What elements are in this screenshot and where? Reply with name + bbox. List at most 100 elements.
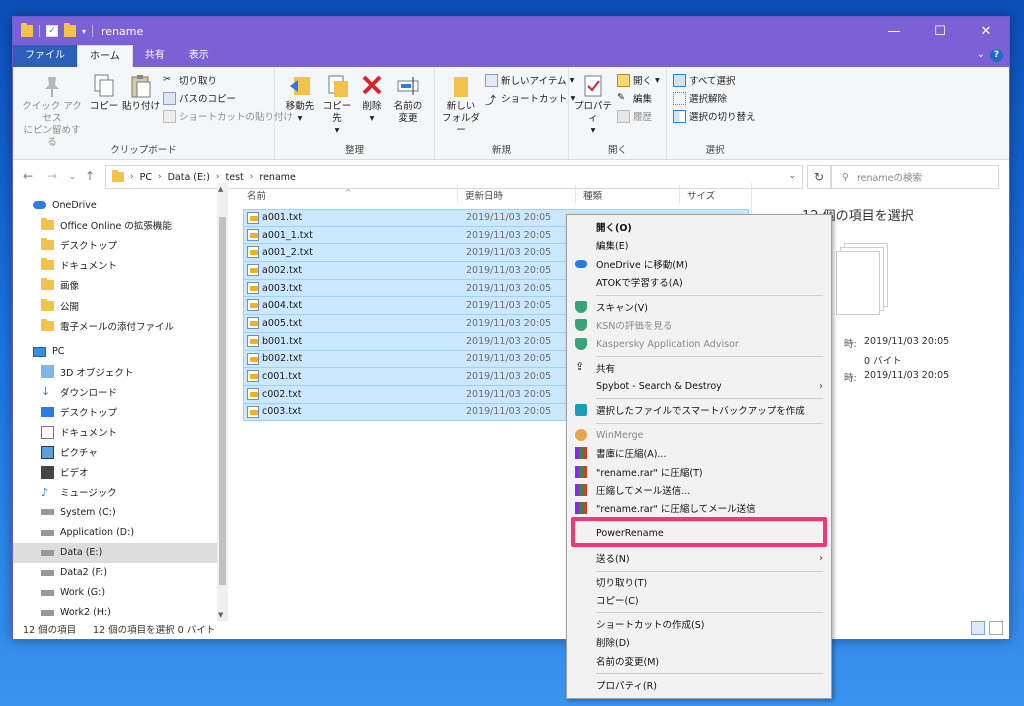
paste-shortcut-button[interactable]: ショートカットの貼り付け bbox=[163, 109, 293, 123]
new-folder-quick-icon[interactable] bbox=[64, 23, 76, 37]
move-to-button[interactable]: 移動先 ▾ bbox=[283, 73, 317, 125]
menu-cut[interactable]: 切り取り(T) bbox=[567, 573, 831, 591]
menu-open[interactable]: 開く(O) bbox=[567, 218, 831, 236]
nav-item[interactable]: デスクトップ bbox=[13, 235, 217, 255]
nav-item[interactable]: ドキュメント bbox=[13, 255, 217, 275]
menu-scan[interactable]: スキャン(V) bbox=[567, 298, 831, 316]
chevron-down-icon[interactable]: ⌄ bbox=[788, 171, 796, 181]
menu-properties[interactable]: プロパティ(R) bbox=[567, 676, 831, 694]
nav-item-selected[interactable]: Data (E:) bbox=[13, 542, 217, 563]
chevron-down-icon[interactable]: ⌄ bbox=[977, 49, 985, 60]
column-size[interactable]: サイズ bbox=[687, 188, 715, 202]
new-folder-button[interactable]: 新しい フォルダー bbox=[441, 73, 481, 137]
edit-button[interactable]: ✎ 編集 bbox=[617, 91, 652, 106]
drive-icon bbox=[41, 549, 54, 556]
new-group: 新しい フォルダー 新しいアイテム ▾ ⤴ ショートカット ▾ 新規 bbox=[435, 67, 575, 159]
nav-onedrive[interactable]: OneDrive bbox=[13, 195, 217, 215]
open-button[interactable]: 開く ▾ bbox=[617, 73, 660, 87]
tab-home[interactable]: ホーム bbox=[77, 45, 133, 67]
nav-item[interactable]: ♪ ミュージック bbox=[13, 482, 217, 502]
menu-spybot[interactable]: Spybot - Search & Destroy › bbox=[567, 377, 831, 395]
nav-item[interactable]: 電子メールの添付ファイル bbox=[13, 316, 217, 336]
scroll-up-icon[interactable]: ▲ bbox=[218, 185, 223, 193]
close-button[interactable]: ✕ bbox=[963, 17, 1009, 45]
nav-item[interactable]: ドキュメント bbox=[13, 422, 217, 442]
breadcrumb-test[interactable]: test bbox=[226, 172, 244, 183]
winmerge-icon bbox=[575, 429, 587, 441]
tab-file[interactable]: ファイル bbox=[13, 45, 77, 67]
column-type[interactable]: 種類 bbox=[583, 188, 602, 202]
nav-item[interactable]: 3D オブジェクト bbox=[13, 362, 217, 382]
menu-compress-rar-mail[interactable]: "rename.rar" に圧縮してメール送信 bbox=[567, 499, 831, 517]
invert-selection-button[interactable]: 選択の切り替え bbox=[673, 109, 756, 123]
menu-send-to[interactable]: 送る(N) › bbox=[567, 549, 831, 567]
nav-item[interactable]: System (C:) bbox=[13, 502, 217, 522]
menu-winmerge[interactable]: WinMerge bbox=[567, 426, 831, 444]
menu-compress-mail[interactable]: 圧縮してメール送信... bbox=[567, 481, 831, 499]
breadcrumb-pc[interactable]: PC bbox=[140, 172, 152, 183]
scrollbar-thumb[interactable] bbox=[219, 217, 226, 585]
forward-arrow-icon[interactable]: → bbox=[47, 169, 57, 183]
menu-rename[interactable]: 名前の変更(M) bbox=[567, 652, 831, 670]
menu-compress-rar[interactable]: "rename.rar" に圧縮(T) bbox=[567, 463, 831, 481]
menu-share[interactable]: ⇪ 共有 bbox=[567, 359, 831, 377]
menu-edit[interactable]: 編集(E) bbox=[567, 236, 831, 254]
delete-button[interactable]: 削除 ▾ bbox=[359, 73, 385, 125]
maximize-button[interactable]: ☐ bbox=[917, 17, 963, 45]
up-arrow-icon[interactable]: ↑ bbox=[85, 169, 95, 183]
customize-quick-access-icon[interactable]: ▾ bbox=[82, 27, 86, 36]
select-all-button[interactable]: すべて選択 bbox=[673, 73, 735, 87]
tab-view[interactable]: 表示 bbox=[177, 45, 221, 67]
details-view-icon[interactable] bbox=[971, 621, 985, 635]
select-none-button[interactable]: 選択解除 bbox=[673, 91, 727, 105]
nav-item[interactable]: ピクチャ bbox=[13, 442, 217, 462]
nav-item[interactable]: Office Online の拡張機能 bbox=[13, 215, 217, 235]
text-file-icon bbox=[247, 299, 259, 312]
menu-copy[interactable]: コピー(C) bbox=[567, 591, 831, 609]
path-icon bbox=[163, 91, 176, 105]
menu-delete[interactable]: 削除(D) bbox=[567, 633, 831, 651]
column-name[interactable]: 名前 bbox=[247, 188, 266, 202]
column-date[interactable]: 更新日時 bbox=[465, 188, 503, 202]
properties-button[interactable]: プロパティ ▾ bbox=[573, 73, 613, 137]
help-icon[interactable]: ? bbox=[990, 49, 1003, 62]
menu-onedrive-move[interactable]: OneDrive に移動(M) bbox=[567, 255, 831, 273]
minimize-button[interactable]: — bbox=[871, 17, 917, 45]
paste-button[interactable]: 貼り付け bbox=[121, 73, 161, 113]
cut-button[interactable]: ✂ 切り取り bbox=[163, 73, 217, 88]
pin-quick-access-button[interactable]: クイック アクセス にピン留めする bbox=[19, 73, 85, 149]
text-file-icon bbox=[247, 228, 259, 241]
menu-smart-backup[interactable]: 選択したファイルでスマートバックアップを作成 bbox=[567, 401, 831, 419]
breadcrumb-rename[interactable]: rename bbox=[259, 172, 295, 183]
nav-item[interactable]: ビデオ bbox=[13, 462, 217, 482]
nav-item[interactable]: Application (D:) bbox=[13, 523, 217, 543]
menu-atok[interactable]: ATOKで学習する(A) bbox=[567, 273, 831, 291]
copy-to-button[interactable]: コピー先 ▾ bbox=[319, 73, 355, 137]
menu-compress-archive[interactable]: 書庫に圧縮(A)... bbox=[567, 444, 831, 462]
menu-ksn[interactable]: KSNの評価を見る bbox=[567, 316, 831, 334]
nav-item[interactable]: デスクトップ bbox=[13, 402, 217, 422]
nav-item[interactable]: 公開 bbox=[13, 295, 217, 315]
large-icons-view-icon[interactable] bbox=[989, 621, 1003, 635]
copy-path-button[interactable]: パスのコピー bbox=[163, 91, 236, 105]
new-item-button[interactable]: 新しいアイテム ▾ bbox=[485, 73, 574, 87]
menu-create-shortcut[interactable]: ショートカットの作成(S) bbox=[567, 615, 831, 633]
copy-button[interactable]: コピー bbox=[89, 73, 119, 113]
menu-kaspersky[interactable]: Kaspersky Application Advisor bbox=[567, 335, 831, 353]
nav-item[interactable]: Data2 (F:) bbox=[13, 563, 217, 583]
shortcut-button[interactable]: ⤴ ショートカット ▾ bbox=[485, 91, 575, 107]
history-button[interactable]: 履歴 bbox=[617, 109, 652, 123]
nav-item[interactable]: ↓ ダウンロード bbox=[13, 382, 217, 402]
tab-share[interactable]: 共有 bbox=[133, 45, 177, 67]
window-title: rename bbox=[101, 24, 144, 38]
invert-selection-icon bbox=[673, 109, 686, 123]
breadcrumb-data-e[interactable]: Data (E:) bbox=[168, 172, 210, 183]
back-arrow-icon[interactable]: ← bbox=[23, 169, 33, 183]
nav-item[interactable]: 画像 bbox=[13, 275, 217, 295]
properties-quick-icon[interactable]: ✓ bbox=[46, 25, 58, 37]
nav-scrollbar[interactable]: ▲ ▼ bbox=[217, 183, 228, 621]
rename-button[interactable]: 名前の 変更 bbox=[389, 73, 427, 125]
recent-dropdown-icon[interactable]: ⌄ bbox=[69, 172, 76, 181]
nav-item[interactable]: Work (G:) bbox=[13, 583, 217, 603]
nav-pc[interactable]: PC bbox=[13, 342, 217, 362]
